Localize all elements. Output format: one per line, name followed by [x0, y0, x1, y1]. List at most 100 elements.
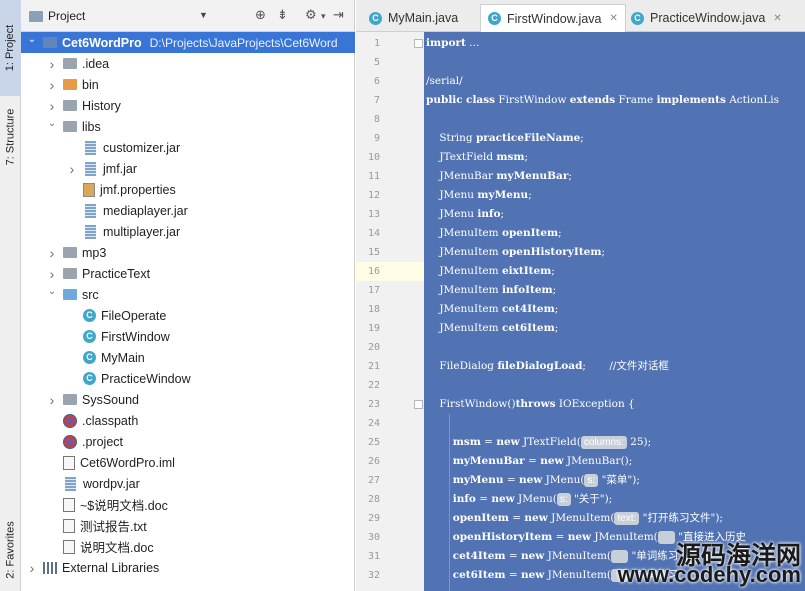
project-panel-title[interactable]: Project	[48, 9, 85, 23]
tree-item[interactable]: 测试报告.txt	[21, 515, 355, 536]
chevron-right-icon[interactable]: ›	[47, 56, 57, 72]
chevron-right-icon[interactable]: ›	[47, 392, 57, 408]
project-path: D:\Projects\JavaProjects\Cet6Word	[149, 35, 338, 50]
tree-item[interactable]: .classpath	[21, 410, 355, 431]
line-number: 1	[373, 38, 380, 49]
line-number: 10	[367, 152, 380, 163]
code-line: JMenuBar myMenuBar;	[426, 170, 572, 182]
line-number: 30	[367, 532, 380, 543]
tree-item[interactable]: C MyMain	[21, 347, 355, 368]
chevron-down-icon[interactable]: ⌄	[47, 118, 57, 129]
tree-item-label: src	[82, 287, 99, 302]
chevron-right-icon[interactable]: ›	[47, 245, 57, 261]
folder-icon	[63, 268, 77, 279]
tree-item[interactable]: C FileOperate	[21, 305, 355, 326]
tree-item-label: .classpath	[82, 413, 139, 428]
line-number: 27	[367, 475, 380, 486]
tab-practicewindow[interactable]: C PracticeWindow.java ✕	[624, 4, 789, 32]
chevron-down-icon[interactable]: ▾	[321, 11, 326, 22]
tree-item[interactable]: ~$说明文档.doc	[21, 494, 355, 515]
line-number: 14	[367, 228, 380, 239]
tree-item[interactable]: › SysSound	[21, 389, 355, 410]
tree-item[interactable]: mediaplayer.jar	[21, 200, 355, 221]
chevron-right-icon[interactable]: ›	[47, 98, 57, 114]
tree-item[interactable]: › History	[21, 95, 355, 116]
code-line: import ...	[426, 37, 480, 49]
code-line: myMenuBar = new JMenuBar();	[452, 455, 633, 467]
eclipse-file-icon	[63, 434, 77, 449]
favorites-tool-tab[interactable]: 2: Favorites	[0, 510, 21, 590]
line-number: 24	[367, 418, 380, 429]
gear-icon[interactable]: ⚙	[305, 7, 317, 23]
chevron-right-icon[interactable]: ›	[47, 77, 57, 93]
project-folder-icon	[43, 37, 57, 48]
chevron-right-icon[interactable]: ›	[67, 161, 77, 177]
close-icon[interactable]: ✕	[773, 13, 781, 24]
chevron-down-icon[interactable]: ⌄	[27, 34, 37, 45]
tree-item[interactable]: jmf.properties	[21, 179, 355, 200]
line-number: 22	[367, 380, 380, 391]
chevron-right-icon[interactable]: ›	[47, 266, 57, 282]
line-number: 23	[367, 399, 380, 410]
tree-item-label: 说明文档.doc	[80, 541, 154, 555]
tree-item[interactable]: 说明文档.doc	[21, 536, 355, 557]
document-icon	[63, 455, 75, 470]
tree-item-label: FileOperate	[101, 308, 167, 323]
tab-firstwindow[interactable]: C FirstWindow.java ✕	[480, 4, 626, 32]
class-icon: C	[83, 330, 96, 343]
jar-icon	[85, 140, 96, 155]
tree-item[interactable]: customizer.jar	[21, 137, 355, 158]
tree-item[interactable]: ⌄ src	[21, 284, 355, 305]
folder-icon	[63, 58, 77, 69]
editor-tab-bar: C MyMain.java C FirstWindow.java ✕ C Pra…	[356, 0, 805, 32]
collapse-all-icon[interactable]: ⇟	[277, 7, 288, 23]
class-icon: C	[369, 11, 382, 25]
tree-item[interactable]: C FirstWindow	[21, 326, 355, 347]
line-number: 26	[367, 456, 380, 467]
tree-item[interactable]: › mp3	[21, 242, 355, 263]
code-line: JMenuItem openHistoryItem;	[426, 246, 606, 258]
project-tool-tab[interactable]: 1: Project	[0, 0, 21, 96]
parameter-hint: columns:	[580, 436, 627, 449]
line-number: 32	[367, 570, 380, 581]
tree-item-label: External Libraries	[62, 560, 160, 575]
line-number: 29	[367, 513, 380, 524]
tree-item-label: bin	[82, 77, 99, 92]
tree-item[interactable]: ⌄ Cet6WordPro D:\Projects\JavaProjects\Cet…	[21, 32, 355, 53]
tree-item-label: jmf.properties	[100, 182, 176, 197]
fold-marker-icon[interactable]	[414, 39, 423, 48]
tree-item[interactable]: › PracticeText	[21, 263, 355, 284]
tree-item[interactable]: .project	[21, 431, 355, 452]
close-icon[interactable]: ✕	[609, 13, 617, 24]
code-line: String practiceFileName;	[426, 132, 584, 144]
tree-item[interactable]: wordpv.jar	[21, 473, 355, 494]
source-folder-icon	[63, 289, 77, 300]
tree-item[interactable]: Cet6WordPro.iml	[21, 452, 355, 473]
tree-item[interactable]: multiplayer.jar	[21, 221, 355, 242]
caret-down-icon[interactable]: ▼	[199, 10, 208, 20]
fold-marker-icon[interactable]	[414, 400, 423, 409]
tree-item[interactable]: ⌄ libs	[21, 116, 355, 137]
libraries-icon	[43, 561, 57, 574]
tree-item-label: customizer.jar	[103, 140, 181, 155]
tab-mymain[interactable]: C MyMain.java	[362, 4, 465, 32]
code-line: /serial/	[426, 75, 463, 87]
crosshair-icon[interactable]: ⊕	[255, 7, 266, 23]
tree-item[interactable]: › .idea	[21, 53, 355, 74]
chevron-down-icon[interactable]: ⌄	[47, 286, 57, 297]
tree-item-label: MyMain	[101, 350, 145, 365]
line-number: 19	[367, 323, 380, 334]
tree-item[interactable]: › jmf.jar	[21, 158, 355, 179]
tree-item[interactable]: C PracticeWindow	[21, 368, 355, 389]
line-number: 18	[367, 304, 380, 315]
code-line: openItem = new JMenuItem(text: "打开练习文件")…	[452, 512, 723, 525]
tree-item[interactable]: › bin	[21, 74, 355, 95]
hide-icon[interactable]: ⇥	[333, 7, 344, 23]
folder-icon	[63, 247, 77, 258]
structure-tool-tab[interactable]: 7: Structure	[0, 98, 21, 176]
chevron-right-icon[interactable]: ›	[27, 560, 37, 576]
code-line: msm = new JTextField(columns: 25);	[452, 436, 652, 449]
tree-item[interactable]: › External Libraries	[21, 557, 355, 578]
tree-item-label: wordpv.jar	[83, 476, 140, 491]
project-folder-icon	[29, 11, 43, 22]
